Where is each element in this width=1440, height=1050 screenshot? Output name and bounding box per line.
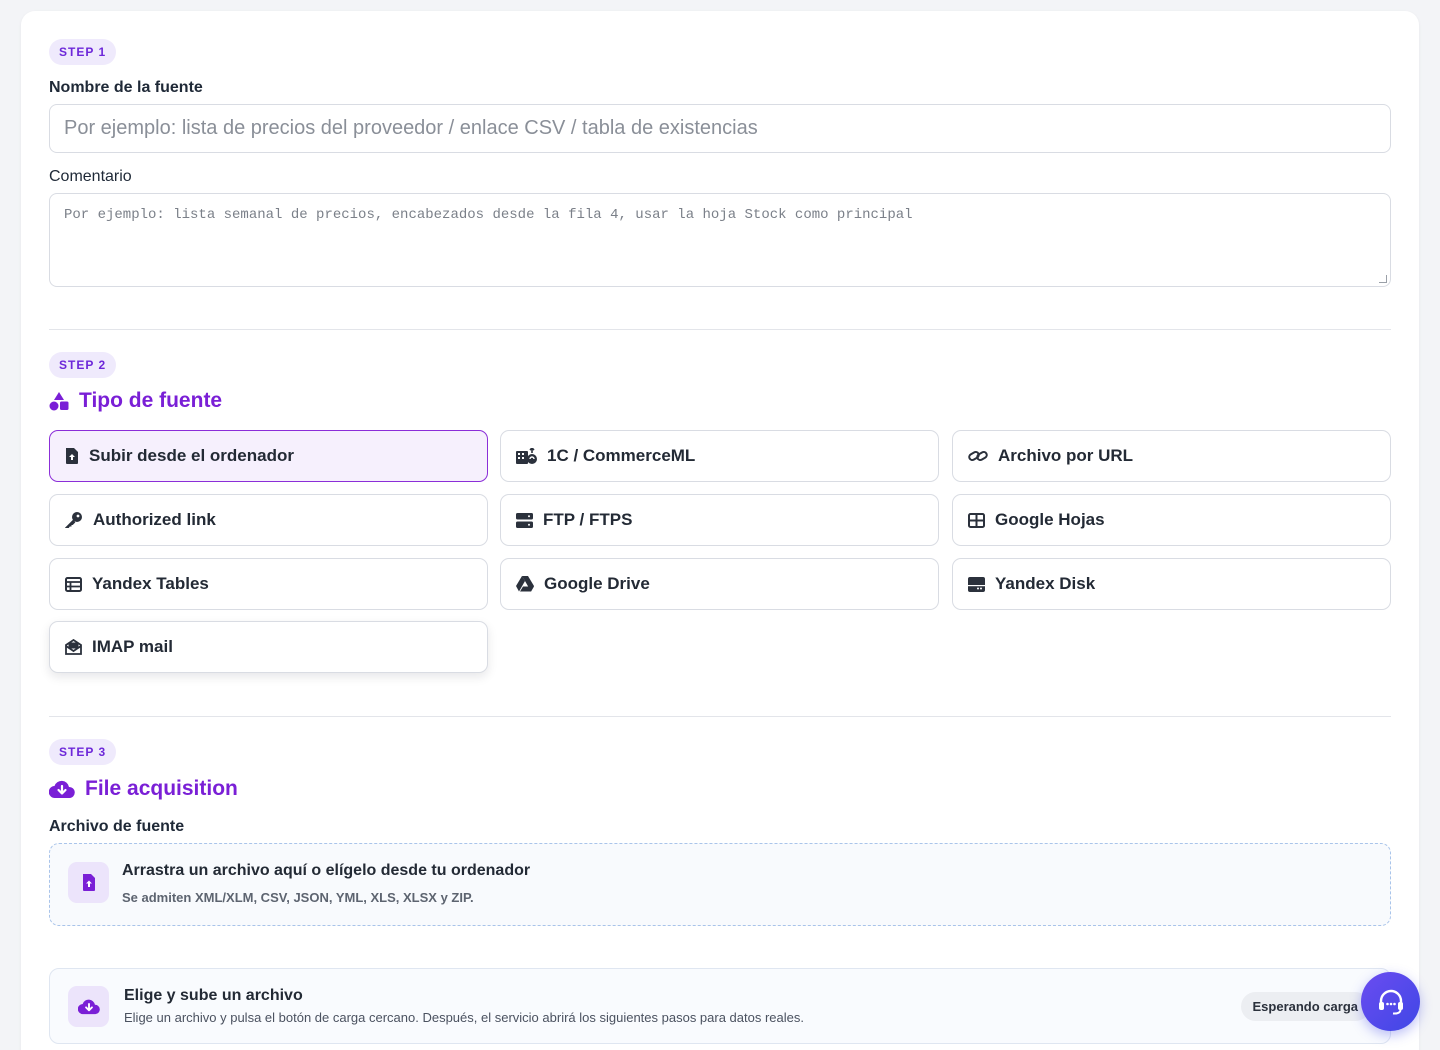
source-file-label: Archivo de fuente [49, 818, 185, 835]
headset-icon [1378, 989, 1403, 1015]
option-yandex-tables[interactable]: Yandex Tables [49, 558, 488, 610]
table-grid-icon [968, 512, 985, 528]
source-type-heading: Tipo de fuente [49, 389, 222, 413]
upload-status-panel: Elige y sube un archivo Elige un archivo… [49, 968, 1391, 1044]
google-drive-icon [516, 576, 534, 592]
option-upload-computer[interactable]: Subir desde el ordenador [49, 430, 488, 482]
resize-handle[interactable] [1379, 275, 1387, 283]
source-form-card: STEP 1 Nombre de la fuente Por ejemplo: … [21, 11, 1419, 1050]
key-icon [65, 512, 82, 528]
option-google-drive[interactable]: Google Drive [500, 558, 939, 610]
drop-zone-formats: Se admiten XML/XLM, CSV, JSON, YML, XLS,… [122, 890, 474, 905]
file-drop-zone[interactable]: Arrastra un archivo aquí o elígelo desde… [49, 843, 1391, 926]
option-url-file[interactable]: Archivo por URL [952, 430, 1391, 482]
panel-title: Elige y sube un archivo [124, 987, 303, 1004]
option-ftp[interactable]: FTP / FTPS [500, 494, 939, 546]
option-label: Authorized link [93, 510, 216, 529]
file-upload-icon [66, 448, 78, 464]
option-label: Archivo por URL [998, 446, 1134, 465]
step-1-badge: STEP 1 [49, 39, 117, 65]
source-name-label: Nombre de la fuente [49, 79, 203, 96]
support-button[interactable] [1361, 972, 1420, 1031]
panel-icon-box [68, 986, 109, 1027]
option-1c-commerceml[interactable]: 1C / CommerceML [500, 430, 939, 482]
option-label: Yandex Tables [92, 574, 209, 593]
link-icon [968, 451, 988, 461]
shapes-icon [49, 392, 69, 411]
option-label: IMAP mail [92, 637, 173, 656]
table-list-icon [65, 576, 82, 592]
option-label: FTP / FTPS [543, 510, 633, 529]
server-icon [516, 512, 533, 528]
option-label: Yandex Disk [995, 574, 1096, 593]
hard-drive-icon [968, 576, 985, 592]
option-imap-mail[interactable]: IMAP mail [49, 621, 488, 673]
option-authorized-link[interactable]: Authorized link [49, 494, 488, 546]
drop-icon-box [68, 862, 109, 903]
option-label: Google Drive [544, 574, 650, 593]
file-acquisition-title: File acquisition [85, 777, 238, 800]
step-3-badge: STEP 3 [49, 739, 117, 765]
building-sync-icon [516, 448, 537, 464]
panel-description: Elige un archivo y pulsa el botón de car… [124, 1010, 804, 1025]
status-badge: Esperando carga [1240, 992, 1370, 1021]
file-upload-icon [82, 874, 95, 891]
source-type-title: Tipo de fuente [79, 389, 223, 412]
step-2-badge: STEP 2 [49, 352, 117, 378]
option-yandex-disk[interactable]: Yandex Disk [952, 558, 1391, 610]
comment-placeholder: Por ejemplo: lista semanal de precios, e… [64, 207, 913, 223]
comment-textarea[interactable]: Por ejemplo: lista semanal de precios, e… [49, 193, 1391, 287]
source-name-input[interactable]: Por ejemplo: lista de precios del provee… [49, 104, 1391, 153]
comment-label: Comentario [49, 168, 132, 185]
envelope-open-icon [65, 639, 82, 655]
drop-zone-title: Arrastra un archivo aquí o elígelo desde… [122, 862, 531, 879]
divider [49, 716, 1391, 717]
option-label: 1C / CommerceML [547, 446, 696, 465]
file-acquisition-heading: File acquisition [49, 777, 238, 801]
option-label: Subir desde el ordenador [89, 446, 294, 465]
option-label: Google Hojas [995, 510, 1105, 529]
cloud-download-icon [77, 999, 100, 1015]
cloud-download-icon [49, 780, 75, 799]
divider [49, 329, 1391, 330]
option-google-sheets[interactable]: Google Hojas [952, 494, 1391, 546]
